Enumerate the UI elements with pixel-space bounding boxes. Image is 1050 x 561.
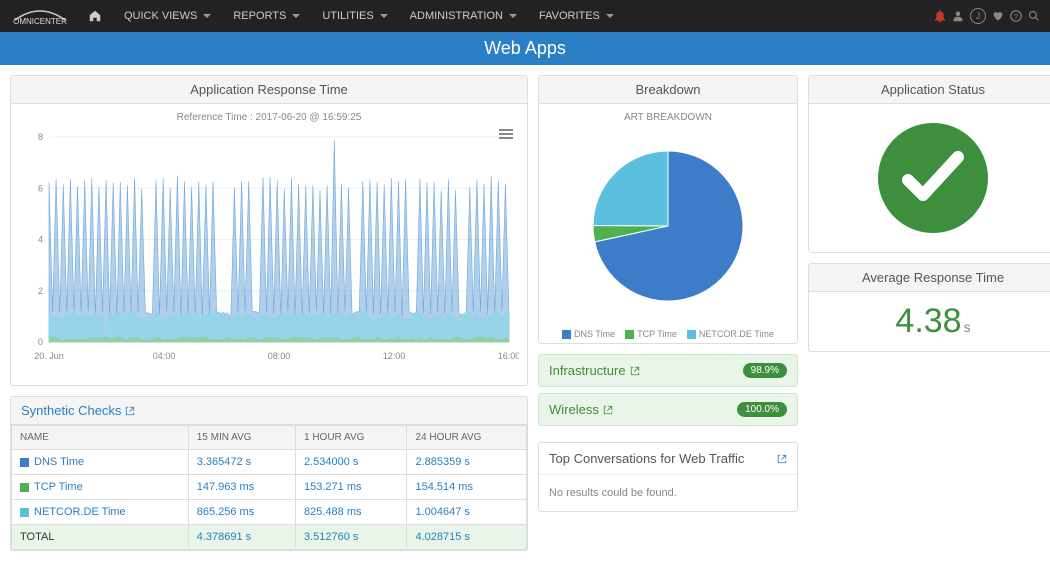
heart-icon[interactable] [992, 10, 1004, 22]
check-name[interactable]: DNS Time [12, 450, 189, 475]
table-total-row: TOTAL4.378691 s3.512760 s4.028715 s [12, 525, 527, 550]
val-15min[interactable]: 3.365472 s [188, 450, 295, 475]
external-link-icon [630, 366, 640, 376]
breakdown-title: Breakdown [539, 76, 797, 104]
nav-quick-views[interactable]: QUICK VIEWS [114, 0, 221, 32]
panel-art: Application Response Time Reference Time… [10, 75, 528, 386]
avg-resp-value: 4.38s [809, 292, 1050, 351]
col-1hour: 1 HOUR AVG [296, 426, 407, 450]
external-link-icon [603, 405, 613, 415]
val-1h[interactable]: 2.534000 s [296, 450, 407, 475]
svg-text:8: 8 [38, 132, 43, 142]
table-row: NETCOR.DE Time865.256 ms825.488 ms1.0046… [12, 500, 527, 525]
val-24h[interactable]: 2.885359 s [407, 450, 527, 475]
chevron-down-icon [509, 14, 517, 18]
val-15min[interactable]: 865.256 ms [188, 500, 295, 525]
nav-utilities[interactable]: UTILITIES [312, 0, 397, 32]
avatar[interactable]: J [970, 8, 986, 24]
total-15min[interactable]: 4.378691 s [188, 525, 295, 550]
svg-text:?: ? [1014, 12, 1018, 21]
user-icon[interactable] [952, 10, 964, 22]
svg-text:12:00: 12:00 [383, 351, 406, 361]
health-row[interactable]: Wireless 100.0% [538, 393, 798, 426]
panel-status: Application Status [808, 75, 1050, 253]
chevron-down-icon [606, 14, 614, 18]
nav-favorites[interactable]: FAVORITES [529, 0, 624, 32]
val-24h[interactable]: 154.514 ms [407, 475, 527, 500]
legend-item[interactable]: NETCOR.DE Time [687, 329, 774, 339]
total-label: TOTAL [12, 525, 189, 550]
col-name: NAME [12, 426, 189, 450]
total-1h[interactable]: 3.512760 s [296, 525, 407, 550]
val-1h[interactable]: 153.271 ms [296, 475, 407, 500]
check-name[interactable]: TCP Time [12, 475, 189, 500]
search-icon[interactable] [1028, 10, 1040, 22]
col-24hour: 24 HOUR AVG [407, 426, 527, 450]
table-row: DNS Time3.365472 s2.534000 s2.885359 s [12, 450, 527, 475]
avg-resp-title: Average Response Time [809, 264, 1050, 292]
svg-text:16:00: 16:00 [498, 351, 519, 361]
panel-avg-resp: Average Response Time 4.38s [808, 263, 1050, 352]
nav-administration[interactable]: ADMINISTRATION [400, 0, 527, 32]
total-24h[interactable]: 4.028715 s [407, 525, 527, 550]
val-1h[interactable]: 825.488 ms [296, 500, 407, 525]
top-navbar: OMNICENTER QUICK VIEWS REPORTS UTILITIES… [0, 0, 1050, 32]
page-title: Web Apps [0, 32, 1050, 65]
svg-text:08:00: 08:00 [268, 351, 291, 361]
chevron-down-icon [380, 14, 388, 18]
help-icon[interactable]: ? [1010, 10, 1022, 22]
nav-items: QUICK VIEWS REPORTS UTILITIES ADMINISTRA… [78, 0, 624, 32]
panel-synthetic: Synthetic Checks NAME 15 MIN AVG 1 HOUR … [10, 396, 528, 551]
table-row: TCP Time147.963 ms153.271 ms154.514 ms [12, 475, 527, 500]
pie-chart-title: ART BREAKDOWN [539, 112, 797, 123]
svg-text:20. Jun: 20. Jun [34, 351, 64, 361]
check-name[interactable]: NETCOR.DE Time [12, 500, 189, 525]
panel-art-title: Application Response Time [11, 76, 527, 104]
panel-breakdown: Breakdown ART BREAKDOWN DNS Time TCP Time… [538, 75, 798, 344]
side-health-rows: Infrastructure 98.9% Wireless 100.0% [538, 354, 798, 432]
svg-text:4: 4 [38, 235, 43, 245]
val-15min[interactable]: 147.963 ms [188, 475, 295, 500]
line-chart[interactable]: 0 2 4 6 8 20. Jun 04:00 08:00 12:00 16:00 [19, 127, 519, 377]
external-link-icon [125, 406, 135, 416]
chevron-down-icon [203, 14, 211, 18]
bell-icon[interactable] [934, 10, 946, 22]
svg-text:2: 2 [38, 286, 43, 296]
pie-legend: DNS Time TCP Time NETCOR.DE Time [539, 321, 797, 343]
home-icon [88, 9, 102, 23]
synthetic-header[interactable]: Synthetic Checks [11, 397, 527, 425]
nav-home[interactable] [78, 0, 112, 32]
health-row[interactable]: Infrastructure 98.9% [538, 354, 798, 387]
chevron-down-icon [292, 14, 300, 18]
svg-text:0: 0 [38, 337, 43, 347]
top-conv-title: Top Conversations for Web Traffic [539, 443, 797, 475]
nav-reports[interactable]: REPORTS [223, 0, 310, 32]
pie-chart[interactable] [539, 131, 797, 321]
nav-right: J ? [934, 8, 1040, 24]
brand-text: OMNICENTER [13, 17, 67, 26]
health-badge: 98.9% [743, 363, 787, 378]
legend-item[interactable]: TCP Time [625, 329, 677, 339]
top-conv-empty: No results could be found. [539, 475, 797, 511]
chart-menu-icon[interactable] [499, 127, 513, 141]
panel-top-conv: Top Conversations for Web Traffic No res… [538, 442, 798, 512]
svg-text:6: 6 [38, 183, 43, 193]
chart-reference-time: Reference Time : 2017-06-20 @ 16:59:25 [19, 112, 519, 123]
health-badge: 100.0% [737, 402, 787, 417]
status-check-icon [809, 104, 1050, 252]
svg-text:04:00: 04:00 [153, 351, 176, 361]
val-24h[interactable]: 1.004647 s [407, 500, 527, 525]
external-link-icon[interactable] [777, 454, 787, 464]
synthetic-table: NAME 15 MIN AVG 1 HOUR AVG 24 HOUR AVG D… [11, 425, 527, 550]
status-title: Application Status [809, 76, 1050, 104]
legend-item[interactable]: DNS Time [562, 329, 615, 339]
col-15min: 15 MIN AVG [188, 426, 295, 450]
brand-logo[interactable]: OMNICENTER [10, 6, 70, 26]
